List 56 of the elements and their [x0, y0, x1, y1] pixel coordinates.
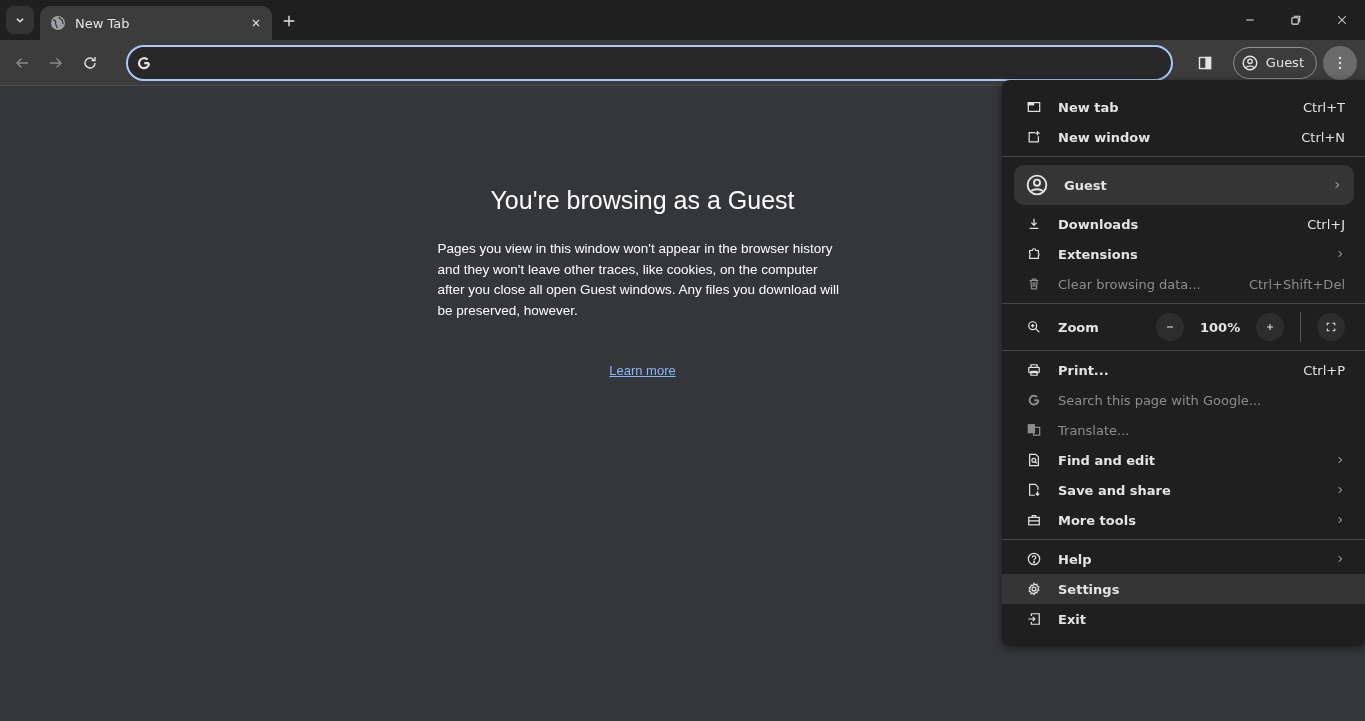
- close-icon: [250, 17, 262, 29]
- translate-icon: [1027, 423, 1041, 437]
- chevron-right-icon: [1335, 484, 1345, 495]
- tab-search-button[interactable]: [6, 6, 34, 34]
- download-icon: [1027, 217, 1041, 231]
- menu-item[interactable]: New tab Ctrl+T: [1002, 92, 1365, 122]
- tab-icon: [1027, 100, 1041, 114]
- close-window-icon: [1336, 14, 1348, 26]
- google-icon: [1027, 393, 1041, 407]
- chevron-right-icon: [1335, 514, 1345, 525]
- toolbox-icon: [1027, 513, 1041, 527]
- menu-item[interactable]: Print... Ctrl+P: [1002, 355, 1365, 385]
- chevron-right-icon: [1335, 553, 1345, 564]
- menu-item[interactable]: Downloads Ctrl+J: [1002, 209, 1365, 239]
- plus-icon: [1264, 321, 1276, 333]
- menu-item[interactable]: Settings: [1002, 574, 1365, 604]
- save-file-icon: [1027, 483, 1041, 497]
- gear-icon: [1027, 582, 1041, 596]
- menu-item[interactable]: Guest: [1014, 165, 1354, 205]
- chevron-right-icon: [1332, 179, 1342, 190]
- chevron-right-icon: [1335, 454, 1345, 465]
- person-icon: [1026, 174, 1048, 196]
- google-icon: [136, 54, 152, 71]
- browser-tab[interactable]: New Tab: [40, 6, 272, 40]
- person-icon: [1241, 54, 1258, 71]
- menu-item[interactable]: Save and share: [1002, 475, 1365, 505]
- side-panel-icon: [1196, 54, 1213, 71]
- zoom-in-button[interactable]: [1256, 313, 1284, 341]
- menu-item[interactable]: Exit: [1002, 604, 1365, 634]
- menu-item[interactable]: Help: [1002, 544, 1365, 574]
- puzzle-icon: [1027, 247, 1041, 261]
- window-plus-icon: [1027, 130, 1041, 144]
- chevron-right-icon: [1335, 248, 1345, 259]
- restore-icon: [1290, 14, 1302, 26]
- menu-button[interactable]: [1323, 45, 1357, 80]
- fullscreen-button[interactable]: [1317, 313, 1345, 341]
- zoom-level: 100%: [1200, 319, 1240, 335]
- menu-item[interactable]: Zoom 100%: [1002, 308, 1365, 346]
- reload-icon: [82, 54, 98, 71]
- find-page-icon: [1027, 453, 1041, 467]
- menu-item[interactable]: Find and edit: [1002, 445, 1365, 475]
- zoom-icon: [1027, 320, 1041, 334]
- address-bar[interactable]: [126, 44, 1173, 81]
- page-heading: You're browsing as a Guest: [490, 186, 795, 215]
- fullscreen-icon: [1325, 321, 1337, 333]
- help-icon: [1027, 552, 1041, 566]
- menu-item[interactable]: More tools: [1002, 505, 1365, 535]
- menu-item[interactable]: New window Ctrl+N: [1002, 122, 1365, 152]
- exit-icon: [1027, 612, 1041, 626]
- learn-more-link[interactable]: Learn more: [609, 363, 676, 378]
- guest-description: Pages you view in this window won't appear in the browser history and they won't leave other traces, like cookies, on the computer after you close all open Guest windows. Any files you download will be preserved, however.: [437, 240, 840, 320]
- menu-item[interactable]: Extensions: [1002, 239, 1365, 269]
- globe-icon: [50, 15, 66, 31]
- printer-icon: [1027, 363, 1041, 377]
- trash-icon: [1027, 277, 1041, 291]
- new-tab-icon: [282, 14, 296, 28]
